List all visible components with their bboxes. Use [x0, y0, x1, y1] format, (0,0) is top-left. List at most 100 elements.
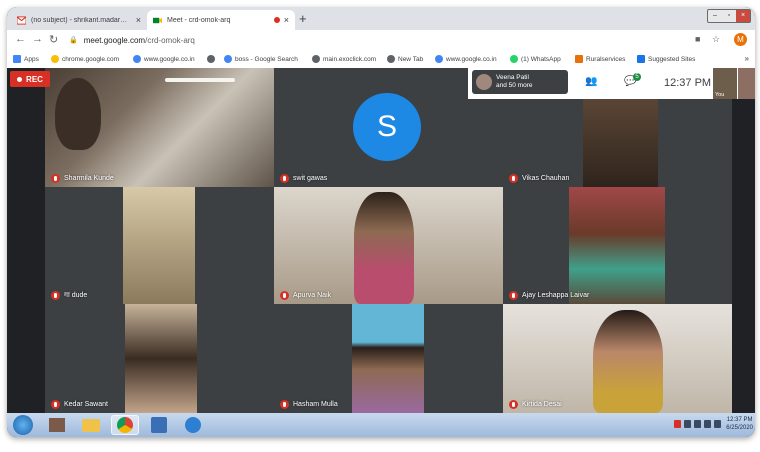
participant-tile[interactable]: Ajay Leshappa Laivar: [503, 187, 732, 304]
tab-close-icon[interactable]: ×: [284, 15, 289, 25]
recording-indicator-icon: [273, 17, 280, 23]
mic-muted-icon: [509, 291, 518, 300]
minimize-icon[interactable]: –: [708, 10, 722, 22]
url-host: meet.google.com: [83, 35, 146, 45]
participant-tile[interactable]: Hasham Mulla: [274, 304, 503, 413]
whatsapp-icon: [510, 55, 518, 63]
presenter-chip[interactable]: Veena Patil and 50 more: [472, 70, 568, 94]
bookmark-item[interactable]: [207, 55, 218, 63]
taskbar-app-ccleaner[interactable]: [179, 415, 207, 435]
tray-antivirus-icon[interactable]: [674, 420, 681, 428]
app-circle-icon: [185, 417, 201, 433]
participant-name-label: Vikas Chauhan: [509, 174, 569, 183]
participant-tile[interactable]: Kirtida Desai: [503, 304, 732, 413]
bookmark-item[interactable]: www.google.co.in: [133, 55, 195, 63]
participant-name-label: Kirtida Desai: [509, 400, 562, 409]
taskbar-app-document[interactable]: [145, 415, 173, 435]
bookmark-item[interactable]: Apps: [13, 55, 39, 63]
participant-name-label: Ajay Leshappa Laivar: [509, 291, 589, 300]
system-date: 6/25/2020: [726, 425, 753, 431]
chat-icon[interactable]: 💬 5: [624, 73, 641, 87]
profile-avatar[interactable]: M: [734, 33, 747, 46]
globe-icon: [312, 55, 320, 63]
google-icon: [133, 55, 141, 63]
chrome-icon: [117, 417, 133, 433]
record-dot-icon: [17, 76, 23, 82]
overflow-chevron-icon[interactable]: »: [745, 54, 749, 63]
bookmark-item[interactable]: (1) WhatsApp: [510, 55, 561, 63]
meet-icon: [153, 17, 162, 23]
mic-muted-icon: [280, 400, 289, 409]
reload-icon[interactable]: ↻: [49, 33, 58, 46]
chat-count-badge: 5: [633, 73, 641, 81]
participant-video: [125, 304, 197, 413]
presenter-text: Veena Patil and 50 more: [496, 74, 533, 90]
globe-icon: [387, 55, 395, 63]
participant-tile[interactable]: Sharmila Kunde: [45, 68, 274, 187]
bookmark-label: www.google.co.in: [144, 55, 195, 63]
folder-icon: [82, 418, 100, 432]
participant-name: Kedar Sawant: [64, 401, 108, 408]
system-time: 12:37 PM: [726, 417, 753, 423]
photo-app-icon: [49, 418, 65, 432]
taskbar-app-photo[interactable]: [43, 415, 71, 435]
bookmark-item[interactable]: chrome.google.com: [51, 55, 119, 63]
close-window-icon[interactable]: ×: [736, 10, 750, 22]
system-clock[interactable]: 12:37 PM 6/25/2020: [726, 416, 753, 432]
participant-name-label: Kedar Sawant: [51, 400, 108, 409]
bookmark-item[interactable]: Ruralservices: [575, 55, 625, 63]
url-path: /crd-omok-arq: [145, 35, 195, 45]
participant-tile[interactable]: Kedar Sawant: [45, 304, 274, 413]
bookmark-item[interactable]: boss - Google Search: [224, 55, 298, 63]
participant-name-label: Apurva Naik: [280, 291, 331, 300]
bookmark-label: www.google.co.in: [446, 55, 497, 63]
recording-badge: REC: [10, 71, 50, 87]
start-button[interactable]: [13, 415, 33, 435]
taskbar-app-explorer[interactable]: [77, 415, 105, 435]
tray-network-icon[interactable]: [684, 420, 691, 428]
forward-arrow-icon[interactable]: →: [32, 33, 43, 45]
bookmark-item[interactable]: www.google.co.in: [435, 55, 497, 63]
participant-name: Vikas Chauhan: [522, 175, 570, 182]
participant-name: गा dude: [64, 292, 88, 299]
window-controls: – ▫ ×: [707, 9, 751, 23]
participant-name-label: गा dude: [51, 291, 87, 300]
taskbar-app-chrome[interactable]: [111, 415, 139, 435]
self-view-video: [738, 68, 755, 99]
google-icon: [51, 55, 59, 63]
gmail-icon: [17, 15, 26, 25]
lock-icon: 🔒: [69, 37, 78, 44]
tray-volume-icon[interactable]: [694, 420, 701, 428]
mic-muted-icon: [509, 174, 518, 183]
meeting-clock: 12:37 PM: [664, 77, 712, 89]
new-tab-button[interactable]: +: [299, 11, 307, 26]
participant-name: Hasham Mulla: [293, 401, 338, 408]
bookmark-item[interactable]: main.exoclick.com: [312, 55, 376, 63]
address-bar[interactable]: 🔒 meet.google.com/crd-omok-arq: [69, 32, 689, 48]
meet-video-grid: Sharmila Kunde S swit gawas Vikas Chauha…: [7, 68, 755, 413]
star-icon[interactable]: ☆: [712, 34, 720, 45]
presenter-name: Veena Patil: [496, 74, 529, 81]
bookmarks-bar: Apps chrome.google.com www.google.co.in …: [7, 51, 755, 69]
participant-tile[interactable]: Apurva Naik: [274, 187, 503, 304]
tab-gmail[interactable]: (no subject) - shrikant.madar@... ×: [11, 10, 147, 30]
tray-battery-icon[interactable]: [704, 420, 711, 428]
tab-meet[interactable]: Meet - crd-omok-arq ×: [147, 10, 295, 30]
ceiling-light: [165, 78, 235, 82]
participant-name: Sharmila Kunde: [64, 175, 114, 182]
tab-close-icon[interactable]: ×: [136, 15, 141, 25]
camera-in-use-icon[interactable]: ■: [695, 34, 700, 44]
globe-icon: [207, 55, 215, 63]
participant-tile[interactable]: गा dude: [45, 187, 274, 304]
bookmark-item[interactable]: New Tab: [387, 55, 423, 63]
participant-name: Apurva Naik: [293, 292, 332, 299]
people-icon[interactable]: 👥: [585, 76, 597, 87]
self-view-tile[interactable]: You: [713, 68, 737, 99]
maximize-icon[interactable]: ▫: [722, 10, 736, 22]
bookmark-item[interactable]: Suggested Sites: [637, 55, 695, 63]
bookmark-label: main.exoclick.com: [323, 55, 377, 63]
back-arrow-icon[interactable]: ←: [15, 33, 26, 45]
participant-video: [55, 78, 101, 150]
participant-name: Ajay Leshappa Laivar: [522, 292, 590, 299]
tray-flag-icon[interactable]: [714, 420, 721, 428]
